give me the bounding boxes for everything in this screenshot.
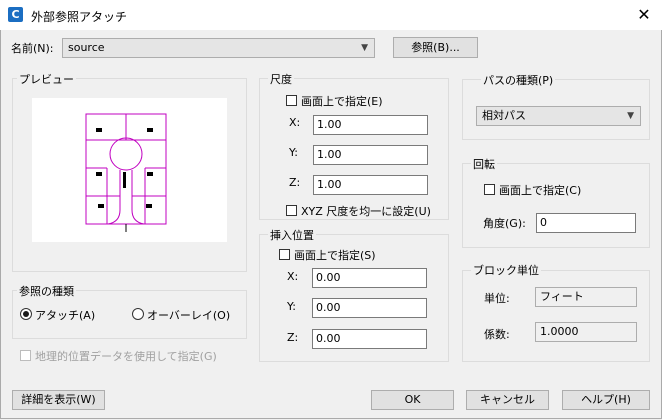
chevron-down-icon: ▼ (627, 111, 634, 121)
insert-z-label: Z: (287, 331, 299, 344)
rotation-label: 回転 (471, 156, 497, 172)
ref-type-label: 参照の種類 (17, 283, 76, 299)
block-unit-label: ブロック単位 (471, 262, 541, 278)
geo-checkbox[interactable] (20, 350, 31, 361)
angle-label: 角度(G): (483, 217, 526, 230)
preview-label: プレビュー (17, 71, 76, 87)
rotation-onscreen-checkbox[interactable] (484, 184, 495, 195)
preview-drawing (85, 113, 167, 232)
scale-x-label: X: (289, 116, 301, 129)
cancel-button[interactable]: キャンセル (466, 390, 549, 410)
overlay-radio[interactable] (132, 308, 144, 320)
show-details-button[interactable]: 詳細を表示(W) (12, 390, 105, 410)
help-button[interactable]: ヘルプ(H) (562, 390, 650, 410)
insert-y-input[interactable]: 0.00 (312, 298, 427, 318)
scale-z-input[interactable]: 1.00 (313, 175, 428, 195)
window-title: 外部参照アタッチ (31, 10, 128, 24)
browse-button[interactable]: 参照(B)... (393, 37, 478, 58)
factor-value: 1.0000 (535, 322, 637, 342)
rotation-onscreen-label: 画面上で指定(C) (499, 184, 582, 197)
insert-z-input[interactable]: 0.00 (312, 329, 427, 349)
scale-y-input[interactable]: 1.00 (313, 145, 428, 165)
attach-radio[interactable] (20, 308, 32, 320)
insert-x-input[interactable]: 0.00 (312, 268, 427, 288)
scale-y-label: Y: (289, 146, 298, 159)
path-type-value: 相対パス (482, 109, 526, 122)
uniform-scale-label: XYZ 尺度を均一に設定(U) (301, 205, 431, 218)
attach-label: アタッチ(A) (35, 309, 96, 322)
overlay-label: オーバーレイ(O) (147, 309, 231, 322)
name-value: source (68, 41, 105, 54)
scale-onscreen-label: 画面上で指定(E) (301, 95, 383, 108)
insert-onscreen-checkbox[interactable] (279, 249, 290, 260)
path-type-label: パスの種類(P) (481, 72, 556, 88)
angle-input[interactable]: 0 (536, 213, 636, 233)
name-combo[interactable]: source ▼ (62, 38, 375, 58)
factor-label: 係数: (484, 328, 510, 341)
close-icon[interactable]: ✕ (634, 5, 654, 25)
ok-button[interactable]: OK (371, 390, 454, 410)
rotation-group (462, 163, 650, 248)
path-type-combo[interactable]: 相対パス ▼ (476, 106, 641, 126)
insert-label: 挿入位置 (268, 227, 316, 243)
scale-x-input[interactable]: 1.00 (313, 115, 428, 135)
preview-canvas (32, 98, 227, 242)
app-icon: C (8, 7, 23, 22)
scale-z-label: Z: (289, 176, 301, 189)
insert-x-label: X: (287, 270, 299, 283)
scale-label: 尺度 (268, 71, 294, 87)
insert-onscreen-label: 画面上で指定(S) (294, 249, 376, 262)
unit-label: 単位: (484, 292, 510, 305)
scale-onscreen-checkbox[interactable] (286, 95, 297, 106)
unit-value: フィート (535, 287, 637, 307)
name-label: 名前(N): (11, 42, 54, 55)
geo-label: 地理的位置データを使用して指定(G) (35, 350, 217, 363)
uniform-scale-checkbox[interactable] (286, 205, 297, 216)
chevron-down-icon: ▼ (361, 43, 368, 53)
insert-y-label: Y: (287, 300, 296, 313)
block-unit-group (462, 270, 650, 362)
